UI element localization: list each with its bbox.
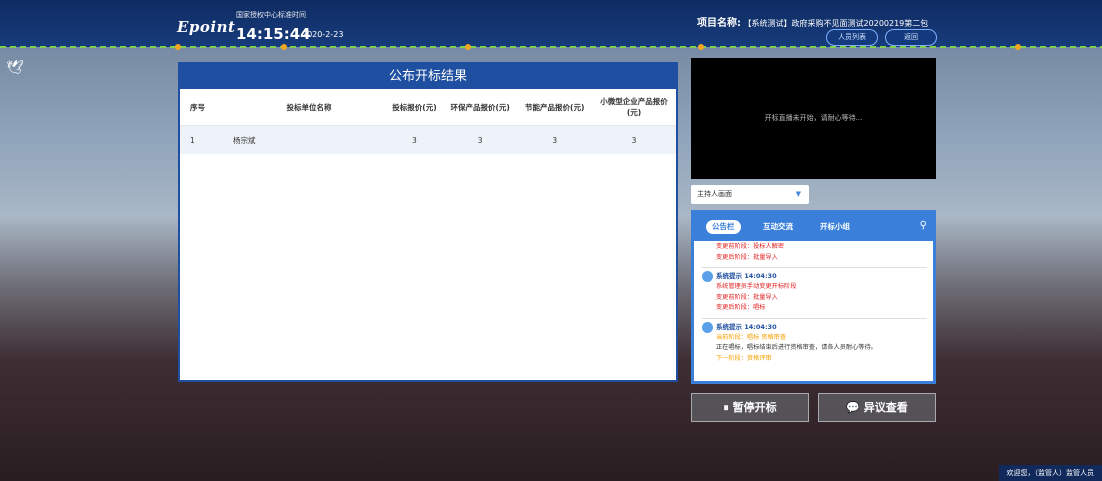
message-title: 系统提示 14:04:30: [716, 272, 777, 281]
message-header: 系统提示 14:04:30: [702, 321, 927, 333]
top-header: [0, 0, 1102, 47]
tab-opening-team[interactable]: 开标小组: [814, 220, 856, 234]
objection-label: 异议查看: [863, 401, 908, 414]
chat-panel: 公告栏 互动交流 开标小组 ⚲ 变更前阶段：投标人解密 变更后阶段：批量导入 系…: [691, 210, 936, 384]
message-line: 变更前阶段：投标人解密: [716, 243, 785, 250]
video-status: 开标直播未开始，请耐心等待...: [764, 114, 863, 122]
table-row: 1 杨宗斌 3 3 3 3: [180, 125, 676, 154]
col-header: 投标单位名称: [232, 89, 386, 126]
divider-dot: [1015, 44, 1021, 50]
project-info: 项目名称: 【系统测试】政府采购不见面测试20200219第二包: [697, 14, 928, 29]
cell-bid: 3: [386, 125, 443, 154]
cell-small: 3: [592, 125, 676, 154]
welcome-text: 欢迎您，（监管人）监管人员: [998, 465, 1102, 481]
message-line: 下一阶段：资格评审: [716, 354, 772, 362]
view-select-value: 主持人画面: [697, 190, 732, 198]
divider-dot: [175, 44, 181, 50]
clock-label: 国家授权中心标准时间: [236, 11, 306, 19]
cell-name: 杨宗斌: [232, 125, 386, 154]
col-header: 节能产品报价(元): [517, 89, 592, 126]
col-header: 小微型企业产品报价(元): [592, 89, 676, 126]
tab-interaction[interactable]: 互动交流: [757, 220, 799, 234]
chat-tabs: 公告栏 互动交流 开标小组 ⚲: [694, 213, 933, 241]
logo: Epoint: [177, 18, 236, 36]
project-name: 【系统测试】政府采购不见面测试20200219第二包: [743, 19, 929, 28]
panel-title: 公布开标结果: [180, 64, 676, 89]
message-line: 变更后阶段：批量导入: [716, 253, 778, 261]
bird-icon[interactable]: 🕊: [6, 60, 24, 76]
view-select[interactable]: 主持人画面 ▼: [691, 185, 809, 204]
live-video-area: 开标直播未开始，请耐心等待...: [691, 58, 936, 179]
project-label: 项目名称:: [697, 18, 741, 29]
cell-eco: 3: [442, 125, 518, 154]
divider-dot: [698, 44, 704, 50]
avatar-icon: [702, 321, 713, 333]
header-divider: [0, 46, 1102, 48]
cell-energy: 3: [517, 125, 592, 154]
clock-time: 14:15:44: [236, 25, 311, 43]
cell-no: 1: [180, 125, 232, 154]
people-list-button[interactable]: 人员列表: [826, 29, 878, 46]
tab-bulletin[interactable]: 公告栏: [706, 220, 741, 234]
chat-bubble-icon: 💬: [846, 401, 860, 414]
divider: [702, 317, 927, 319]
col-header: 序号: [180, 89, 232, 126]
divider: [702, 267, 927, 268]
message-title: 系统提示 14:04:30: [716, 322, 777, 331]
message-line: 变更后阶段：唱标: [716, 304, 766, 311]
message-line: 当前阶段：唱标 资格审查: [716, 333, 787, 341]
search-icon[interactable]: ⚲: [920, 220, 927, 231]
divider-dot: [281, 44, 287, 50]
pause-label: 暂停开标: [732, 401, 777, 414]
message-line: 变更前阶段：批量导入: [716, 293, 778, 301]
results-panel: 公布开标结果 序号 投标单位名称 投标报价(元) 环保产品报价(元) 节能产品报…: [178, 62, 678, 382]
message-header: 系统提示 14:04:30: [702, 271, 927, 282]
objection-view-button[interactable]: 💬 异议查看: [818, 393, 936, 422]
message-line: 系统管理员手动变更开标阶段: [716, 283, 797, 290]
clock-date: 2020-2-23: [302, 30, 344, 39]
col-header: 环保产品报价(元): [442, 89, 518, 126]
back-button[interactable]: 返回: [885, 29, 937, 46]
results-table: 序号 投标单位名称 投标报价(元) 环保产品报价(元) 节能产品报价(元) 小微…: [180, 89, 676, 154]
divider-dot: [465, 44, 471, 50]
avatar-icon: [702, 271, 713, 282]
col-header: 投标报价(元): [386, 89, 443, 126]
pause-icon: ⏸: [723, 401, 729, 414]
message-list: 变更前阶段：投标人解密 变更后阶段：批量导入 系统提示 14:04:30 系统管…: [694, 241, 933, 364]
chevron-down-icon: ▼: [795, 190, 801, 198]
pause-opening-button[interactable]: ⏸ 暂停开标: [691, 393, 809, 422]
message-line: 正在唱标，唱标结束后进行资格审查，请各人员耐心等待。: [716, 344, 877, 351]
